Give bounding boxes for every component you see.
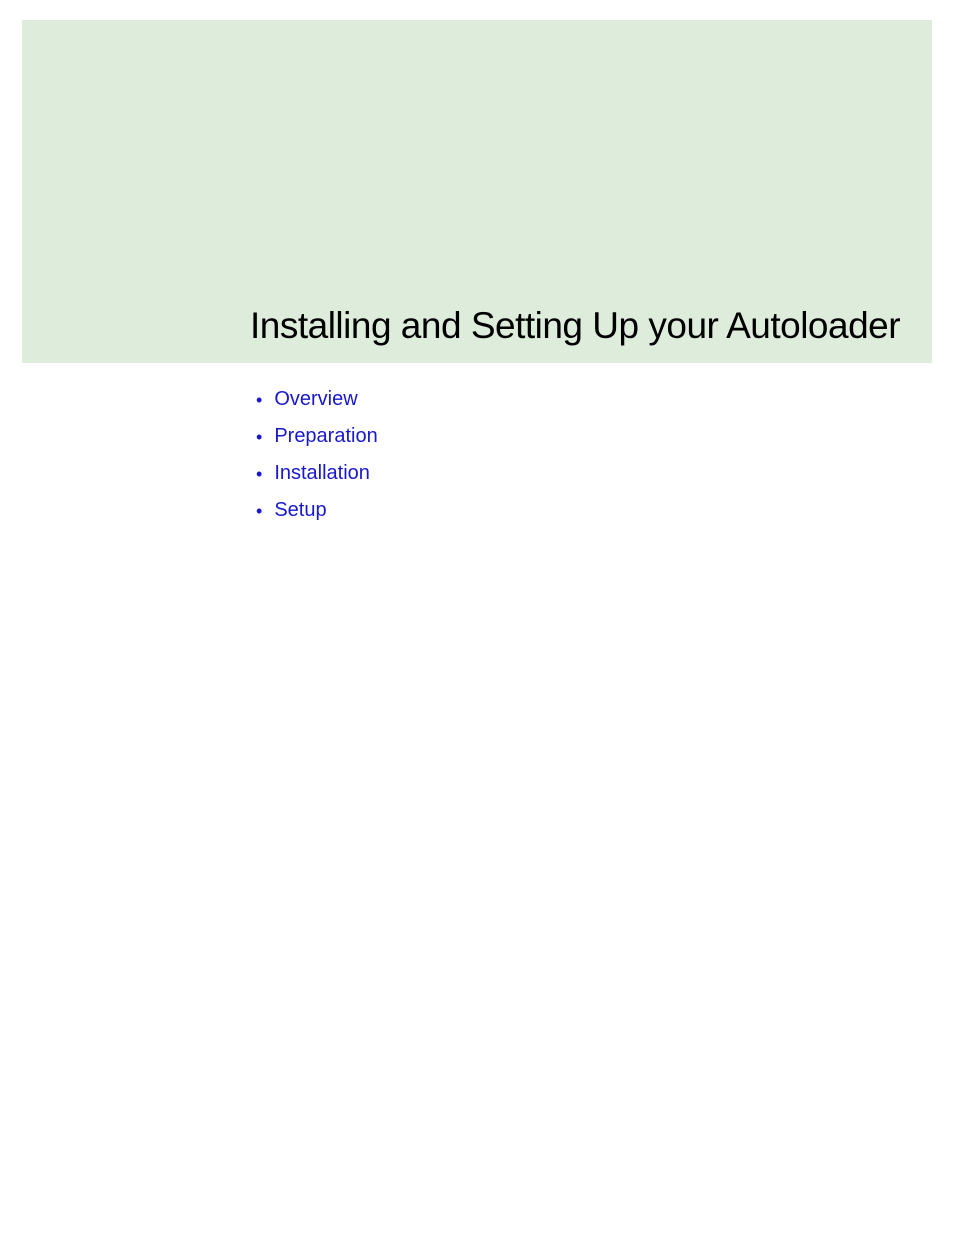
toc-link-setup[interactable]: Setup: [274, 499, 326, 522]
toc-item-setup: • Setup: [256, 499, 378, 522]
bullet-icon: •: [256, 428, 262, 446]
toc-list: • Overview • Preparation • Installation …: [256, 388, 378, 536]
toc-link-preparation[interactable]: Preparation: [274, 425, 377, 448]
toc-item-installation: • Installation: [256, 462, 378, 485]
toc-link-overview[interactable]: Overview: [274, 388, 357, 411]
toc-link-installation[interactable]: Installation: [274, 462, 370, 485]
toc-item-preparation: • Preparation: [256, 425, 378, 448]
page-title: Installing and Setting Up your Autoloade…: [250, 305, 900, 347]
bullet-icon: •: [256, 465, 262, 483]
bullet-icon: •: [256, 391, 262, 409]
toc-item-overview: • Overview: [256, 388, 378, 411]
bullet-icon: •: [256, 502, 262, 520]
